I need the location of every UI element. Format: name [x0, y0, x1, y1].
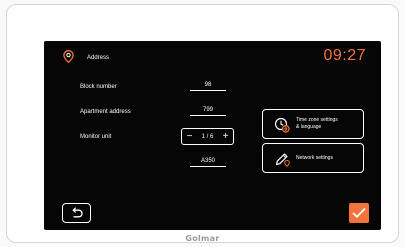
brand-logo: Golmar: [185, 234, 220, 243]
block-number-field[interactable]: 98: [190, 81, 226, 91]
checkmark-icon: [352, 208, 366, 218]
pencil-settings-icon: [275, 153, 290, 167]
block-number-label: Block number: [80, 84, 117, 90]
monitor-unit-stepper: − 1 / 6 +: [181, 128, 234, 145]
network-settings-label: Network settings: [296, 155, 333, 161]
apartment-address-label: Apartment address: [80, 109, 131, 115]
clock-display: 09:27: [323, 47, 366, 64]
monitor-unit-label: Monitor unit: [80, 134, 112, 140]
clock-globe-icon: [274, 117, 290, 133]
location-pin-icon: [63, 50, 74, 63]
monitor-unit-value: 1 / 6: [201, 134, 214, 140]
back-button[interactable]: [62, 203, 91, 223]
apartment-address-field[interactable]: 799: [190, 106, 226, 116]
network-settings-button[interactable]: Network settings: [262, 143, 364, 173]
decrement-button[interactable]: −: [184, 131, 195, 142]
time-zone-settings-button[interactable]: Time zone settings & language: [262, 109, 364, 139]
monitor-screen: Address 09:27 Block number 98 Apartment …: [44, 41, 381, 230]
time-zone-line2: & language: [296, 124, 322, 130]
time-zone-line1: Time zone settings: [296, 117, 338, 123]
page-title: Address: [87, 55, 110, 61]
device-frame: Address 09:27 Block number 98 Apartment …: [6, 4, 399, 243]
back-arrow-icon: [72, 207, 83, 218]
confirm-button[interactable]: [349, 203, 369, 223]
increment-button[interactable]: +: [220, 131, 231, 142]
model-field[interactable]: A350: [190, 157, 226, 167]
